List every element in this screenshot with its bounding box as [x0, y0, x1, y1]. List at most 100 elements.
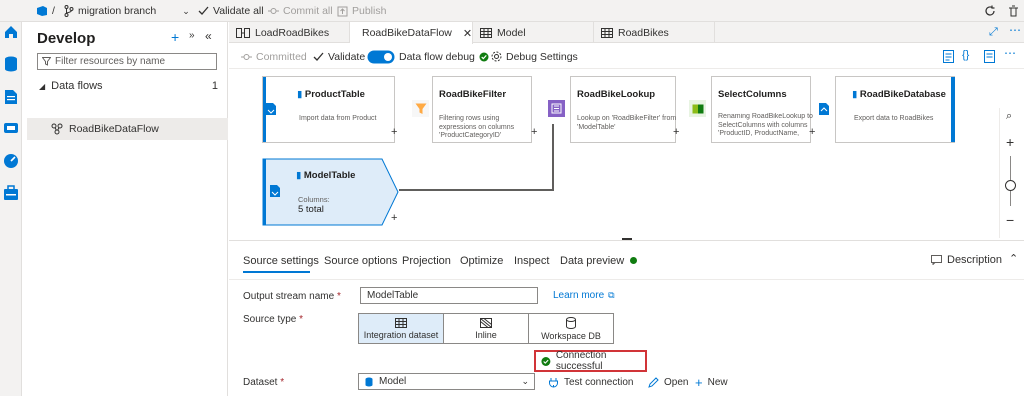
node-title: SelectColumns: [718, 89, 787, 100]
select-icon: [689, 100, 706, 117]
collapse-triangle-icon: ◢: [39, 81, 46, 91]
tree-item-roadbikedataflow[interactable]: RoadBikeDataFlow: [27, 118, 228, 140]
commit-all-button[interactable]: Commit all: [268, 0, 333, 22]
monitor-icon[interactable]: [3, 153, 19, 169]
tab-source-settings[interactable]: Source settings: [243, 255, 319, 267]
tab-roadbikedataflow[interactable]: RoadBikeDataFlow ✕: [350, 22, 473, 44]
tab-source-options[interactable]: Source options: [324, 255, 397, 267]
zoom-out-icon[interactable]: −: [1006, 212, 1014, 228]
discard-icon[interactable]: [1008, 0, 1019, 22]
close-icon[interactable]: ✕: [463, 27, 472, 40]
status-dot-icon: [630, 257, 638, 264]
tab-data-preview[interactable]: Data preview: [560, 255, 638, 267]
source-type-label-text: Source type: [243, 314, 297, 325]
integrate-icon[interactable]: [3, 121, 19, 135]
dataset-select[interactable]: Model ⌄: [358, 373, 535, 390]
node-roadbikefilter[interactable]: RoadBikeFilter Filtering rows using expr…: [432, 76, 532, 143]
parameters-icon[interactable]: [943, 50, 954, 63]
search-icon[interactable]: ⌕: [1006, 110, 1012, 123]
tab-roadbikes[interactable]: RoadBikes: [594, 22, 715, 43]
dataflow-canvas[interactable]: ▮ ProductTable Import data from Product …: [229, 70, 1024, 240]
database-icon: ▮: [852, 89, 858, 100]
tab-inspect[interactable]: Inspect: [514, 255, 549, 267]
tab-loadroadbikes[interactable]: LoadRoadBikes: [229, 22, 350, 43]
tab-model[interactable]: Model: [473, 22, 594, 43]
description-button[interactable]: Description: [931, 254, 1002, 266]
validate-label: Validate: [328, 50, 366, 63]
new-label: New: [707, 377, 728, 388]
data-icon[interactable]: [4, 56, 18, 72]
source-type-label: Inline: [475, 329, 497, 340]
repo-separator: /: [52, 5, 55, 17]
test-connection-button[interactable]: Test connection: [548, 377, 634, 388]
publish-icon: [337, 6, 348, 16]
validate-all-button[interactable]: Validate all: [198, 0, 264, 22]
data-flows-section[interactable]: ◢ Data flows 1: [27, 77, 226, 95]
develop-icon[interactable]: [4, 89, 18, 105]
test-connection-label: Test connection: [564, 377, 634, 388]
database-icon: ▮: [297, 89, 303, 100]
debug-settings-label: Debug Settings: [506, 50, 578, 63]
dataset-value: Model: [379, 376, 407, 387]
filter-resources-input[interactable]: Filter resources by name: [37, 53, 217, 70]
node-roadbikedatabase[interactable]: ▮ RoadBikeDatabase Export data to RoadBi…: [835, 76, 955, 143]
publish-button[interactable]: Publish: [337, 0, 386, 22]
edit-icon: [648, 377, 659, 388]
open-dataset-button[interactable]: Open: [648, 377, 688, 388]
filter-icon: [42, 57, 51, 66]
node-selectcolumns[interactable]: SelectColumns Renaming RoadBikeLookup to…: [711, 76, 813, 143]
chevron-down-icon: ⌄: [521, 376, 529, 386]
chevron-up-icon[interactable]: ⌃: [1009, 252, 1018, 265]
add-transformation-icon[interactable]: +: [531, 126, 537, 138]
plug-icon: [549, 378, 558, 388]
node-description: Filtering rows using expressions on colu…: [439, 115, 515, 139]
branch-name: migration branch: [78, 5, 157, 17]
dataset-icon: [365, 377, 373, 386]
code-icon[interactable]: {}: [962, 49, 969, 61]
learn-more-link[interactable]: Learn more ⧉: [553, 290, 615, 301]
branch-selector[interactable]: migration branch ⌄: [64, 0, 190, 22]
commit-icon: [268, 8, 279, 14]
new-dataset-button[interactable]: + New: [695, 375, 728, 390]
left-navigation-rail: »: [0, 0, 22, 396]
collapse-panel-icon[interactable]: «: [205, 29, 212, 43]
validate-button[interactable]: Validate: [313, 44, 365, 69]
expand-icon[interactable]: ⤢: [989, 26, 998, 39]
add-transformation-icon[interactable]: +: [391, 212, 397, 224]
add-resource-icon[interactable]: +: [171, 29, 179, 45]
collapse-all-icon[interactable]: »: [189, 30, 195, 41]
tab-optimize[interactable]: Optimize: [460, 255, 503, 267]
branch-icon: [64, 5, 74, 17]
develop-title: Develop: [37, 30, 96, 47]
add-transformation-icon[interactable]: +: [809, 126, 815, 138]
source-type-workspace-db[interactable]: Workspace DB: [528, 313, 614, 344]
divider: [229, 279, 1024, 280]
node-title: ▮ RoadBikeDatabase: [852, 89, 946, 100]
properties-icon[interactable]: [984, 50, 996, 63]
learn-more-label: Learn more: [553, 290, 605, 301]
more-options-icon[interactable]: ⋯: [1004, 46, 1016, 60]
more-options-icon[interactable]: ⋯: [1009, 23, 1021, 37]
source-type-integration-dataset[interactable]: Integration dataset: [358, 313, 444, 344]
output-stream-input[interactable]: ModelTable: [360, 287, 538, 304]
tab-data-preview-label: Data preview: [560, 255, 625, 267]
home-icon[interactable]: [3, 24, 19, 40]
source-type-inline[interactable]: Inline: [443, 313, 529, 344]
data-flow-debug-label: Data flow debug: [399, 50, 475, 63]
top-command-bar: / migration branch ⌄ Validate all Commit…: [0, 0, 1024, 22]
refresh-icon[interactable]: [984, 0, 996, 22]
node-roadbikelookup[interactable]: RoadBikeLookup Lookup on 'RoadBikeFilter…: [570, 76, 676, 143]
tab-projection[interactable]: Projection: [402, 255, 451, 267]
add-transformation-icon[interactable]: +: [391, 126, 397, 138]
manage-icon[interactable]: [3, 185, 19, 201]
zoom-slider-handle[interactable]: [1005, 180, 1016, 191]
toggle-on-icon: [367, 50, 395, 63]
add-transformation-icon[interactable]: +: [673, 126, 679, 138]
node-producttable[interactable]: ▮ ProductTable Import data from Product: [262, 76, 395, 143]
source-type-label: Workspace DB: [541, 330, 601, 341]
source-icon: [262, 100, 279, 117]
data-flow-debug-toggle[interactable]: Data flow debug: [367, 44, 489, 69]
sink-icon: [815, 100, 832, 117]
zoom-in-icon[interactable]: +: [1006, 134, 1014, 150]
debug-settings-button[interactable]: Debug Settings: [491, 44, 578, 69]
